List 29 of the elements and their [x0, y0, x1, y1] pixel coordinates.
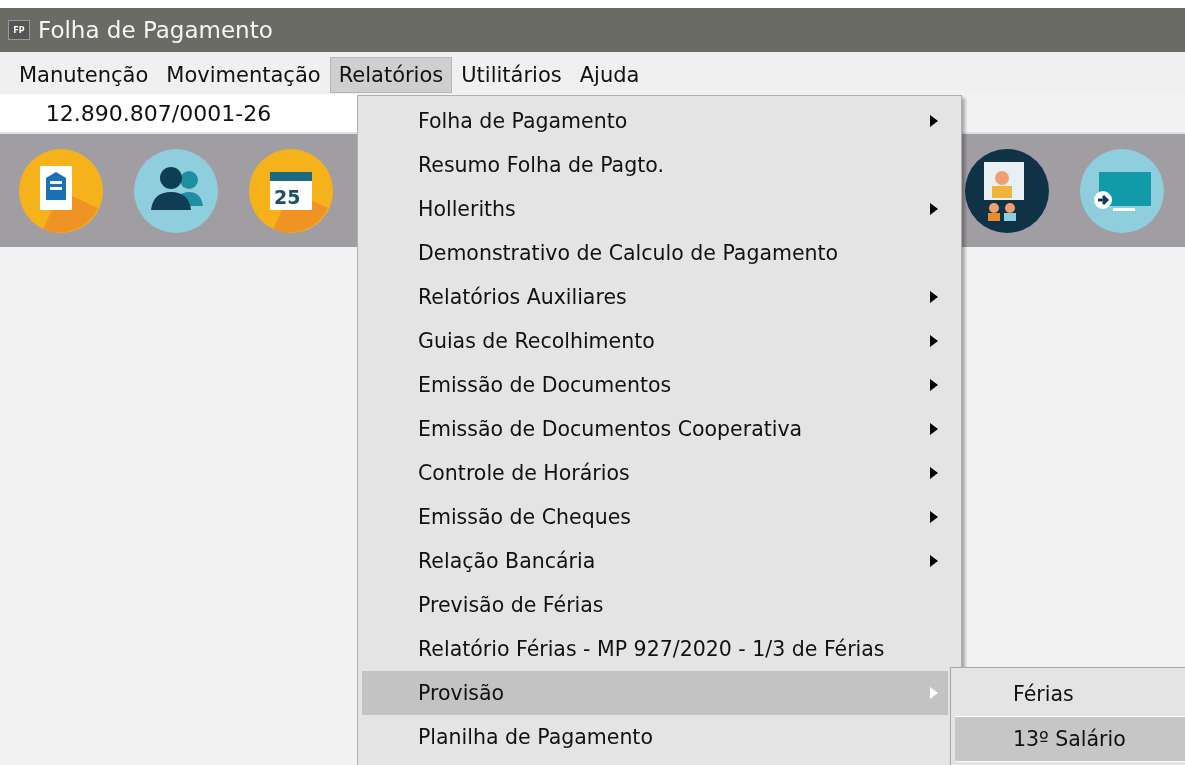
- menu-item[interactable]: Emissão de Documentos: [362, 363, 948, 407]
- monitor-icon[interactable]: [1079, 147, 1165, 234]
- menu-bar-item[interactable]: Relatórios: [329, 56, 453, 93]
- menu-item[interactable]: Relação Bancária: [362, 539, 948, 583]
- menu-item[interactable]: Folha de Pagamento: [362, 99, 948, 143]
- menu-item[interactable]: Previsão de Férias: [362, 583, 948, 627]
- menu-item[interactable]: Guias de Recolhimento: [362, 319, 948, 363]
- menu-item[interactable]: Demonstrativo de Calculo de Pagamento: [362, 231, 948, 275]
- menu-item[interactable]: Resumo Folha de Pagto.: [362, 143, 948, 187]
- menu-item[interactable]: Holleriths: [362, 187, 948, 231]
- menu-item[interactable]: Controle de Horários: [362, 451, 948, 495]
- menu-item[interactable]: Relatório Férias - MP 927/2020 - 1/3 de Férias: [362, 627, 948, 671]
- menu-item[interactable]: Férias: [955, 672, 1185, 716]
- calendar-icon[interactable]: 25: [248, 147, 334, 234]
- menu-item[interactable]: Relatórios Auxiliares: [362, 275, 948, 319]
- window-title: Folha de Pagamento: [38, 17, 273, 43]
- app-icon: FP: [8, 20, 30, 40]
- people-icon[interactable]: [133, 147, 219, 234]
- presenter-icon[interactable]: [964, 147, 1050, 234]
- menu-item[interactable]: Provisão: [362, 671, 948, 715]
- menu-item[interactable]: Planilha de Pagamento: [362, 715, 948, 759]
- menu-item[interactable]: 13º Salário: [955, 716, 1185, 762]
- menu-item[interactable]: Emissão de Cheques: [362, 495, 948, 539]
- menu-bar-item[interactable]: Utilitários: [452, 56, 571, 93]
- menu-item[interactable]: Emissão de Documentos Cooperativa: [362, 407, 948, 451]
- building-icon[interactable]: [18, 147, 104, 234]
- menu-bar-item[interactable]: Movimentação: [157, 56, 330, 93]
- menu-bar-item[interactable]: Ajuda: [570, 56, 649, 93]
- menu-bar-item[interactable]: Manutenção: [10, 56, 158, 93]
